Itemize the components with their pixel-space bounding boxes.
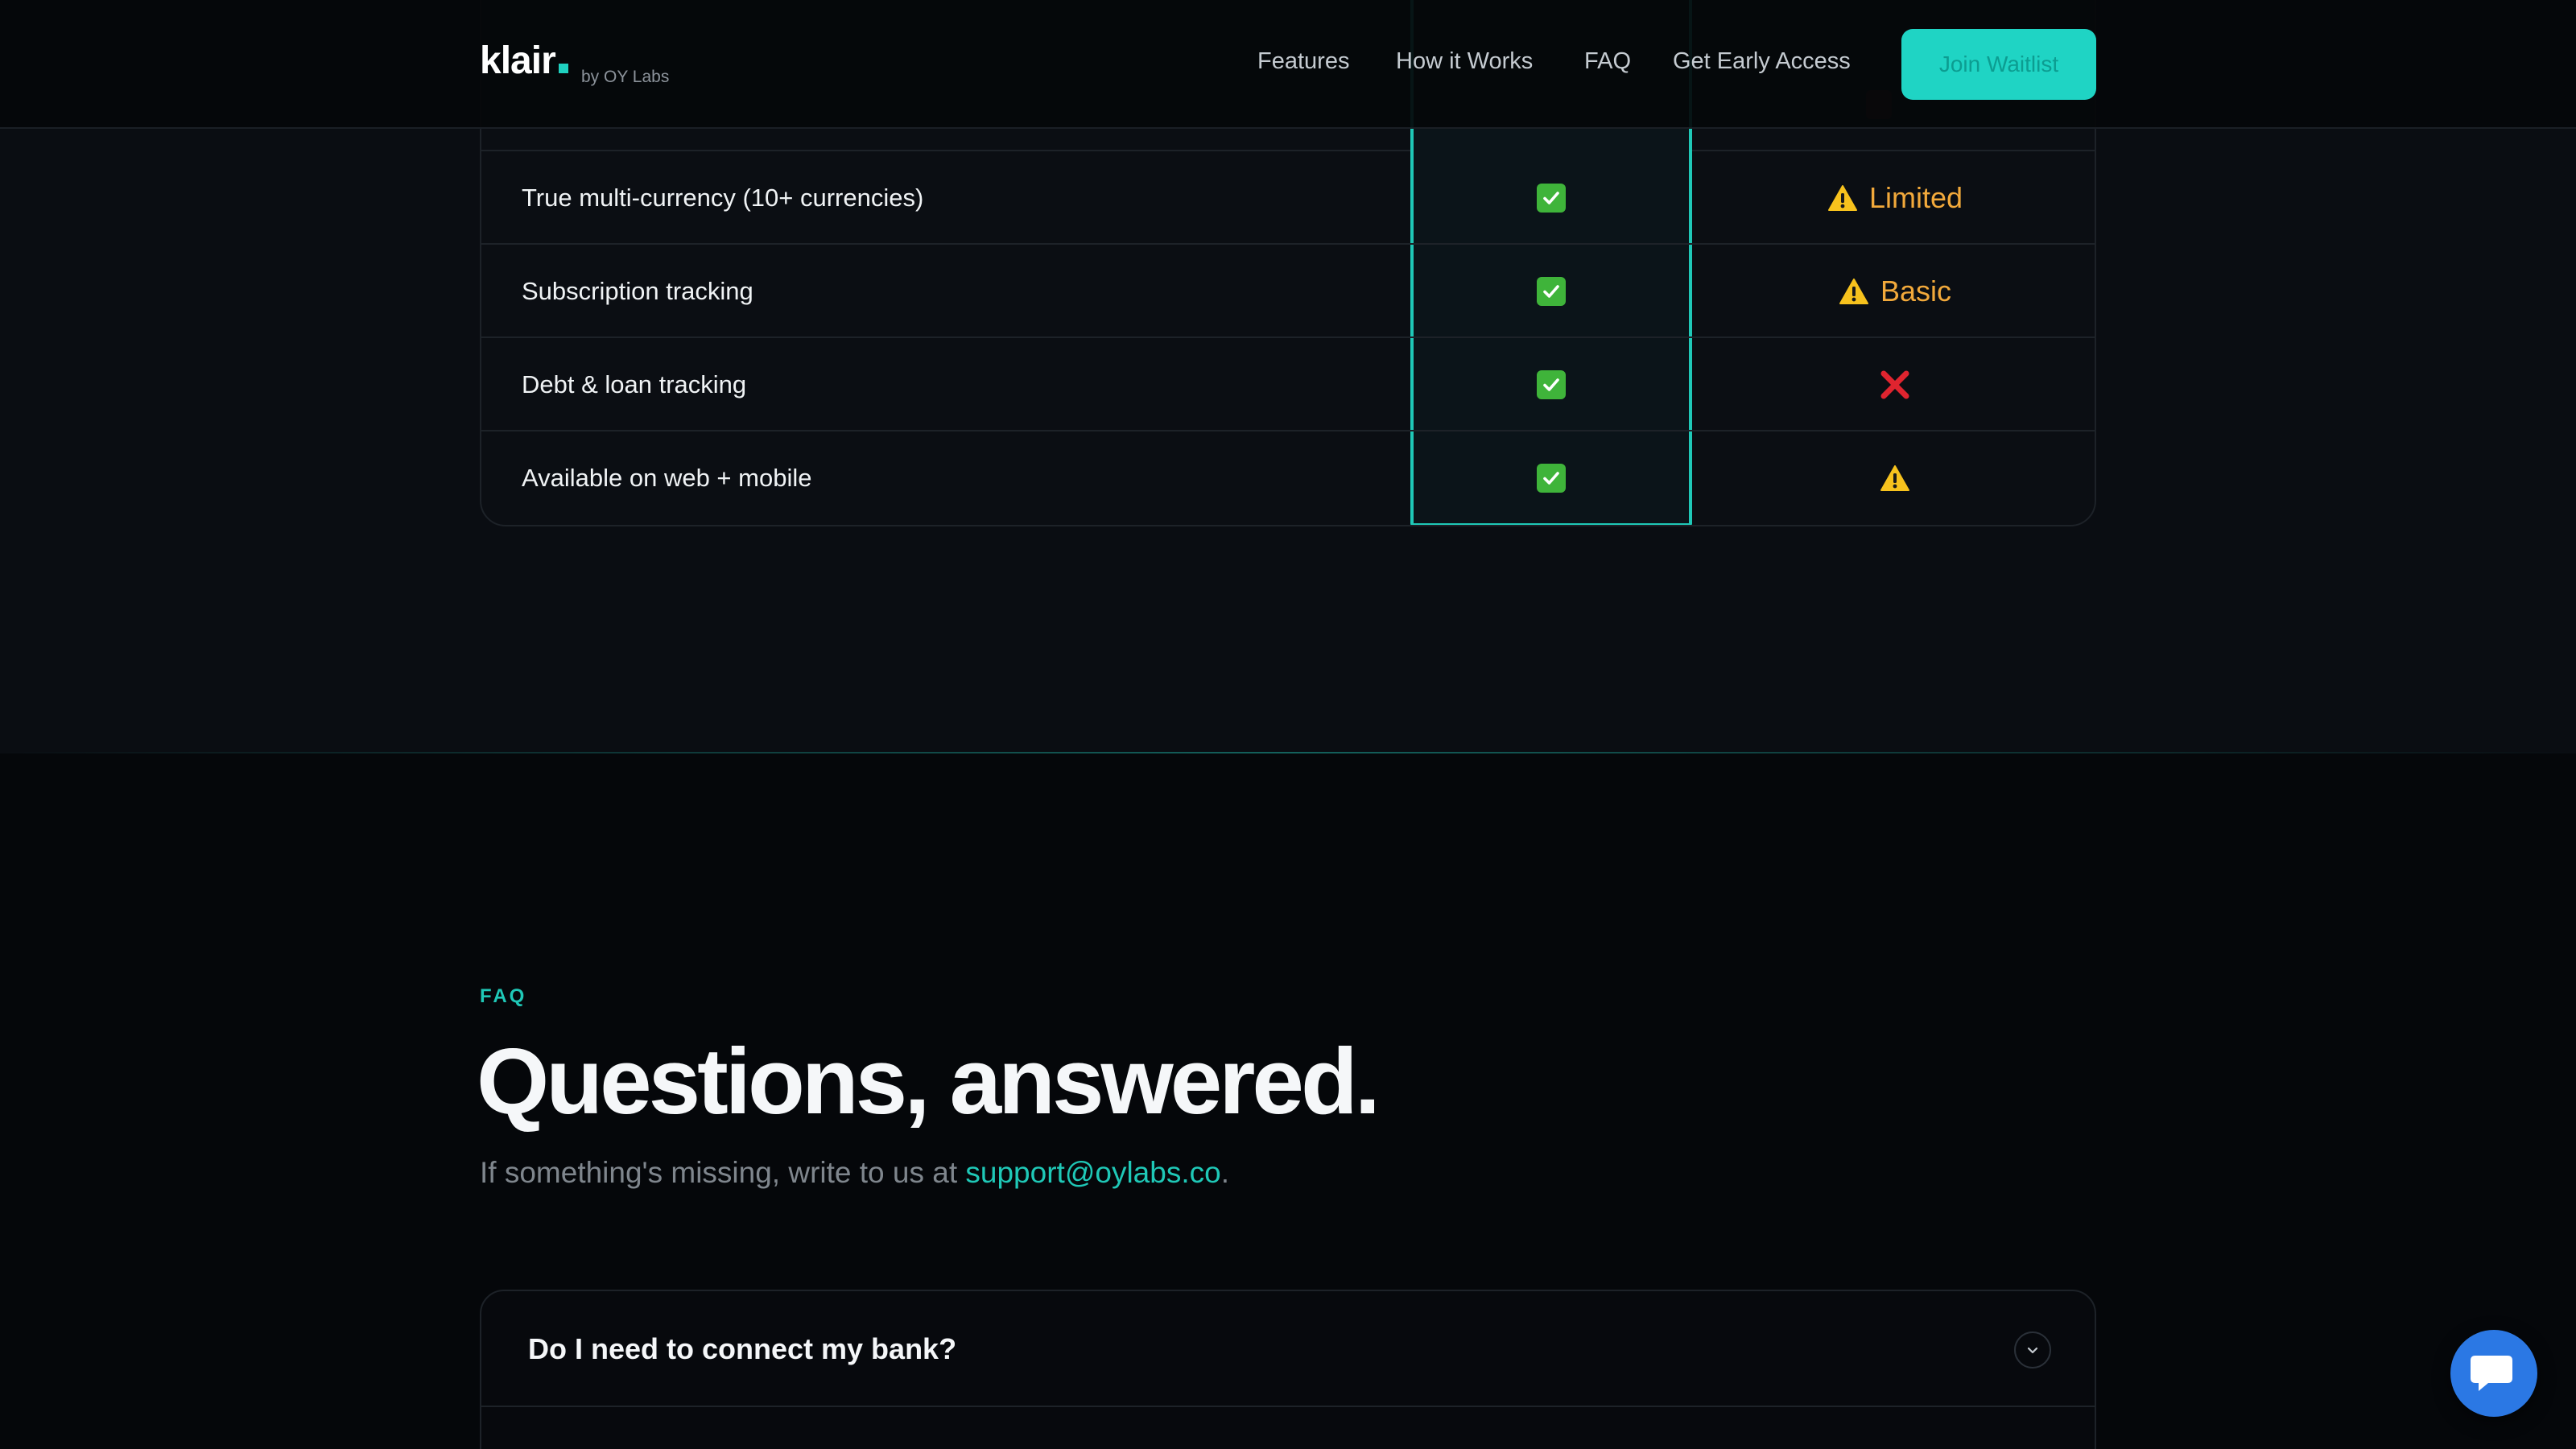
chat-icon xyxy=(2471,1356,2512,1391)
faq-item[interactable]: Do I need to connect my bank? xyxy=(481,1291,2095,1407)
logo[interactable]: klair xyxy=(480,39,568,83)
nav-how-it-works[interactable]: How it Works xyxy=(1396,48,1533,75)
join-waitlist-button[interactable]: Join Waitlist xyxy=(1901,29,2096,100)
competitor-label: Limited xyxy=(1868,181,1963,214)
support-email-link[interactable]: support@oylabs.co xyxy=(965,1156,1220,1189)
warning-icon xyxy=(1839,279,1868,304)
row-feature-label: True multi-currency (10+ currencies) xyxy=(522,184,924,212)
competitor-cell xyxy=(1692,431,2095,525)
section-divider xyxy=(0,752,2576,753)
site-header: klair by OY Labs Features How it Works F… xyxy=(0,0,2576,129)
faq-question: Do I need to connect my bank? xyxy=(528,1332,957,1365)
competitor-cell: Basic xyxy=(1692,245,2095,338)
check-icon xyxy=(1537,277,1566,306)
faq-subtitle: If something's missing, write to us at s… xyxy=(480,1156,1229,1189)
faq-eyebrow: FAQ xyxy=(480,985,527,1007)
competitor-cell xyxy=(1692,338,2095,431)
warning-icon xyxy=(1827,185,1857,211)
klair-cell xyxy=(1410,245,1692,338)
warning-icon xyxy=(1880,465,1909,491)
faq-title: Questions, answered. xyxy=(477,1029,1381,1133)
klair-cell xyxy=(1410,431,1692,525)
competitor-cell: Limited xyxy=(1692,151,2095,245)
check-icon xyxy=(1537,464,1566,493)
logo-dot xyxy=(558,64,568,73)
nav-features[interactable]: Features xyxy=(1257,48,1349,75)
check-icon xyxy=(1537,370,1566,399)
table-row: Available on web + mobile xyxy=(481,431,2095,525)
row-feature-label: Available on web + mobile xyxy=(522,464,812,492)
nav-get-early-access[interactable]: Get Early Access xyxy=(1673,48,1851,75)
chevron-down-icon[interactable] xyxy=(2014,1331,2051,1368)
row-feature-label: Subscription tracking xyxy=(522,277,753,305)
x-icon xyxy=(1880,370,1909,399)
table-row: Debt & loan tracking xyxy=(481,338,2095,431)
check-icon xyxy=(1537,184,1566,213)
klair-cell xyxy=(1410,338,1692,431)
klair-cell xyxy=(1410,151,1692,245)
chat-button[interactable] xyxy=(2450,1330,2537,1417)
table-row: True multi-currency (10+ currencies) Lim… xyxy=(481,151,2095,245)
nav-faq[interactable]: FAQ xyxy=(1584,48,1631,75)
competitor-label: Basic xyxy=(1880,275,1952,308)
faq-list: Do I need to connect my bank? xyxy=(480,1290,2096,1449)
table-row: Subscription tracking Basic xyxy=(481,245,2095,338)
page: True multi-currency (10+ currencies) Lim… xyxy=(0,0,2576,1449)
logo-byline: by OY Labs xyxy=(581,68,670,86)
row-feature-label: Debt & loan tracking xyxy=(522,370,747,398)
